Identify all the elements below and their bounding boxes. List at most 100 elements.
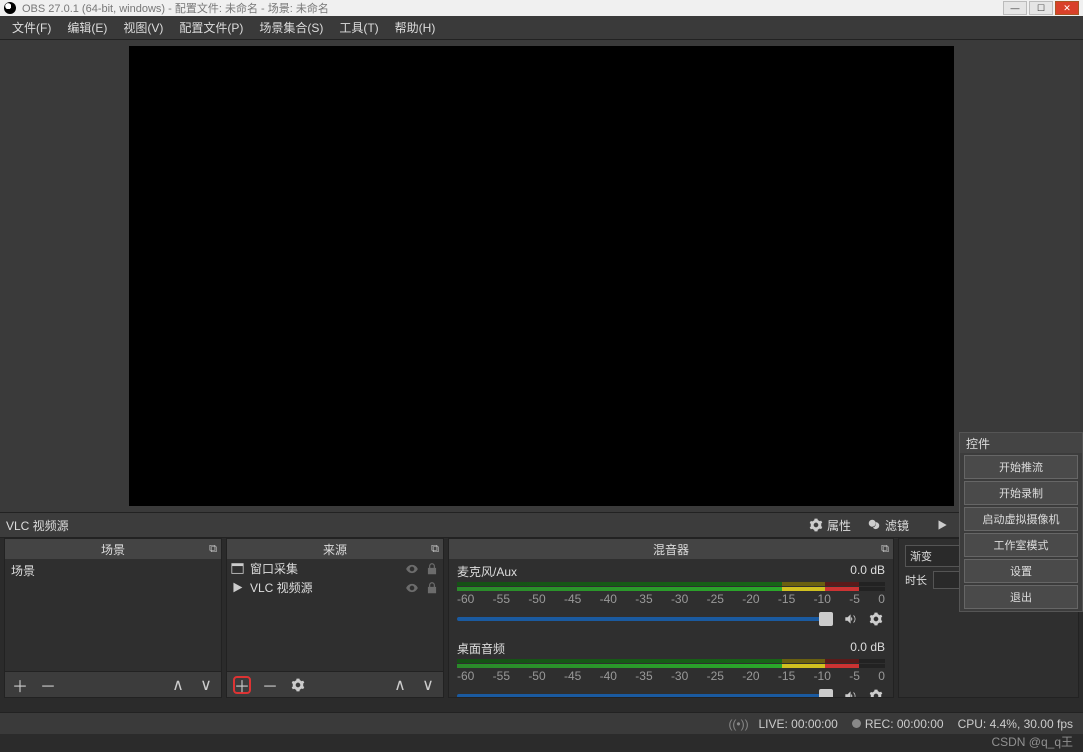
exit-button[interactable]: 退出: [964, 585, 1078, 609]
scenes-header: 场景 ⧉: [5, 539, 221, 559]
channel-settings-button[interactable]: [867, 687, 885, 697]
menu-help[interactable]: 帮助(H): [387, 17, 444, 38]
app-icon: [4, 2, 16, 14]
scene-item[interactable]: 场景: [5, 559, 221, 582]
start-recording-button[interactable]: 开始录制: [964, 481, 1078, 505]
menu-edit[interactable]: 编辑(E): [59, 17, 115, 38]
play-icon: [231, 581, 244, 594]
slider-knob[interactable]: [819, 689, 833, 697]
mixer-header: 混音器 ⧉: [449, 539, 893, 559]
window-titlebar: OBS 27.0.1 (64-bit, windows) - 配置文件: 未命名…: [0, 0, 1083, 16]
sources-popout-icon[interactable]: ⧉: [431, 543, 439, 556]
gear-icon: [809, 518, 823, 532]
sources-header: 来源 ⧉: [227, 539, 443, 559]
controls-dock: 控件 开始推流 开始录制 启动虚拟摄像机 工作室模式 设置 退出: [959, 432, 1083, 612]
visibility-icon[interactable]: [405, 581, 419, 595]
mixer-popout-icon[interactable]: ⧉: [881, 543, 889, 556]
preview-area: [0, 40, 1083, 512]
close-button[interactable]: ✕: [1055, 1, 1079, 15]
menu-bar: 文件(F) 编辑(E) 视图(V) 配置文件(P) 场景集合(S) 工具(T) …: [0, 16, 1083, 40]
volume-slider[interactable]: [457, 617, 833, 621]
channel-name: 桌面音频: [457, 640, 505, 657]
menu-tools[interactable]: 工具(T): [331, 17, 386, 38]
filters-icon: [867, 518, 881, 532]
menu-file[interactable]: 文件(F): [4, 17, 59, 38]
start-streaming-button[interactable]: 开始推流: [964, 455, 1078, 479]
source-item-window-capture[interactable]: 窗口采集: [227, 559, 443, 578]
db-scale: -60-55-50-45-40-35-30-25-20-15-10-50: [457, 669, 885, 683]
virtual-camera-button[interactable]: 启动虚拟摄像机: [964, 507, 1078, 531]
rec-status: REC: 00:00:00: [852, 717, 944, 731]
channel-db: 0.0 dB: [850, 563, 885, 580]
minimize-button[interactable]: —: [1003, 1, 1027, 15]
channel-settings-button[interactable]: [867, 610, 885, 628]
settings-button[interactable]: 设置: [964, 559, 1078, 583]
live-status: LIVE: 00:00:00: [758, 717, 837, 731]
remove-source-button[interactable]: －: [261, 676, 279, 694]
db-scale: -60-55-50-45-40-35-30-25-20-15-10-50: [457, 592, 885, 606]
audio-meter: [457, 659, 885, 663]
scenes-dock: 场景 ⧉ 场景 ＋ － ∧ ∨: [4, 538, 222, 698]
audio-meter: [457, 587, 885, 591]
studio-mode-button[interactable]: 工作室模式: [964, 533, 1078, 557]
menu-profile[interactable]: 配置文件(P): [171, 17, 251, 38]
sources-toolbar: ＋ － ∧ ∨: [227, 671, 443, 697]
cpu-status: CPU: 4.4%, 30.00 fps: [958, 717, 1073, 731]
source-down-button[interactable]: ∨: [419, 676, 437, 694]
scenes-toolbar: ＋ － ∧ ∨: [5, 671, 221, 697]
gear-icon: [291, 678, 305, 692]
scene-up-button[interactable]: ∧: [169, 676, 187, 694]
mute-button[interactable]: [841, 610, 859, 628]
source-name: 窗口采集: [250, 560, 298, 577]
sources-title: 来源: [323, 541, 347, 558]
volume-slider[interactable]: [457, 694, 833, 697]
mixer-channel-desktop: 桌面音频 0.0 dB -60-55-50-45-40-35-30-25-20-…: [449, 636, 893, 697]
gear-icon: [869, 612, 883, 626]
status-bar: ((•)) LIVE: 00:00:00 REC: 00:00:00 CPU: …: [0, 712, 1083, 734]
play-button[interactable]: [929, 516, 955, 534]
record-dot-icon: [852, 719, 861, 728]
source-properties-button[interactable]: [289, 676, 307, 694]
play-icon: [935, 518, 949, 532]
slider-knob[interactable]: [819, 612, 833, 626]
selected-source-label: VLC 视频源: [6, 517, 69, 534]
mute-button[interactable]: [841, 687, 859, 697]
channel-name: 麦克风/Aux: [457, 563, 517, 580]
source-item-vlc[interactable]: VLC 视频源: [227, 578, 443, 597]
signal-icon: ((•)): [728, 717, 744, 731]
source-up-button[interactable]: ∧: [391, 676, 409, 694]
menu-view[interactable]: 视图(V): [115, 17, 171, 38]
preview-canvas[interactable]: [129, 46, 954, 506]
sources-list[interactable]: 窗口采集 VLC 视频源: [227, 559, 443, 671]
properties-button[interactable]: 属性: [803, 515, 857, 536]
speaker-icon: [843, 612, 857, 626]
filters-label: 滤镜: [885, 517, 909, 534]
source-toolbar: VLC 视频源 属性 滤镜: [0, 512, 1083, 538]
speaker-icon: [843, 689, 857, 697]
window-icon: [231, 562, 244, 575]
channel-db: 0.0 dB: [850, 640, 885, 657]
watermark: CSDN @q_q王: [991, 733, 1073, 750]
filters-button[interactable]: 滤镜: [861, 515, 915, 536]
audio-meter: [457, 582, 885, 586]
add-source-button[interactable]: ＋: [233, 676, 251, 694]
window-title: OBS 27.0.1 (64-bit, windows) - 配置文件: 未命名…: [22, 0, 1003, 16]
mixer-channel-mic: 麦克风/Aux 0.0 dB -60-55-50-45-40-35-30-25-…: [449, 559, 893, 636]
add-scene-button[interactable]: ＋: [11, 676, 29, 694]
scenes-popout-icon[interactable]: ⧉: [209, 543, 217, 556]
scenes-title: 场景: [101, 541, 125, 558]
gear-icon: [869, 689, 883, 697]
mixer-dock: 混音器 ⧉ 麦克风/Aux 0.0 dB -60-55-50-45-40-35-…: [448, 538, 894, 698]
scenes-list[interactable]: 场景: [5, 559, 221, 671]
maximize-button[interactable]: ☐: [1029, 1, 1053, 15]
lock-icon[interactable]: [425, 581, 439, 595]
scene-down-button[interactable]: ∨: [197, 676, 215, 694]
remove-scene-button[interactable]: －: [39, 676, 57, 694]
mixer-title: 混音器: [653, 541, 689, 558]
audio-meter: [457, 664, 885, 668]
controls-title: 控件: [960, 433, 1082, 453]
visibility-icon[interactable]: [405, 562, 419, 576]
lock-icon[interactable]: [425, 562, 439, 576]
menu-scene-collection[interactable]: 场景集合(S): [251, 17, 331, 38]
properties-label: 属性: [827, 517, 851, 534]
